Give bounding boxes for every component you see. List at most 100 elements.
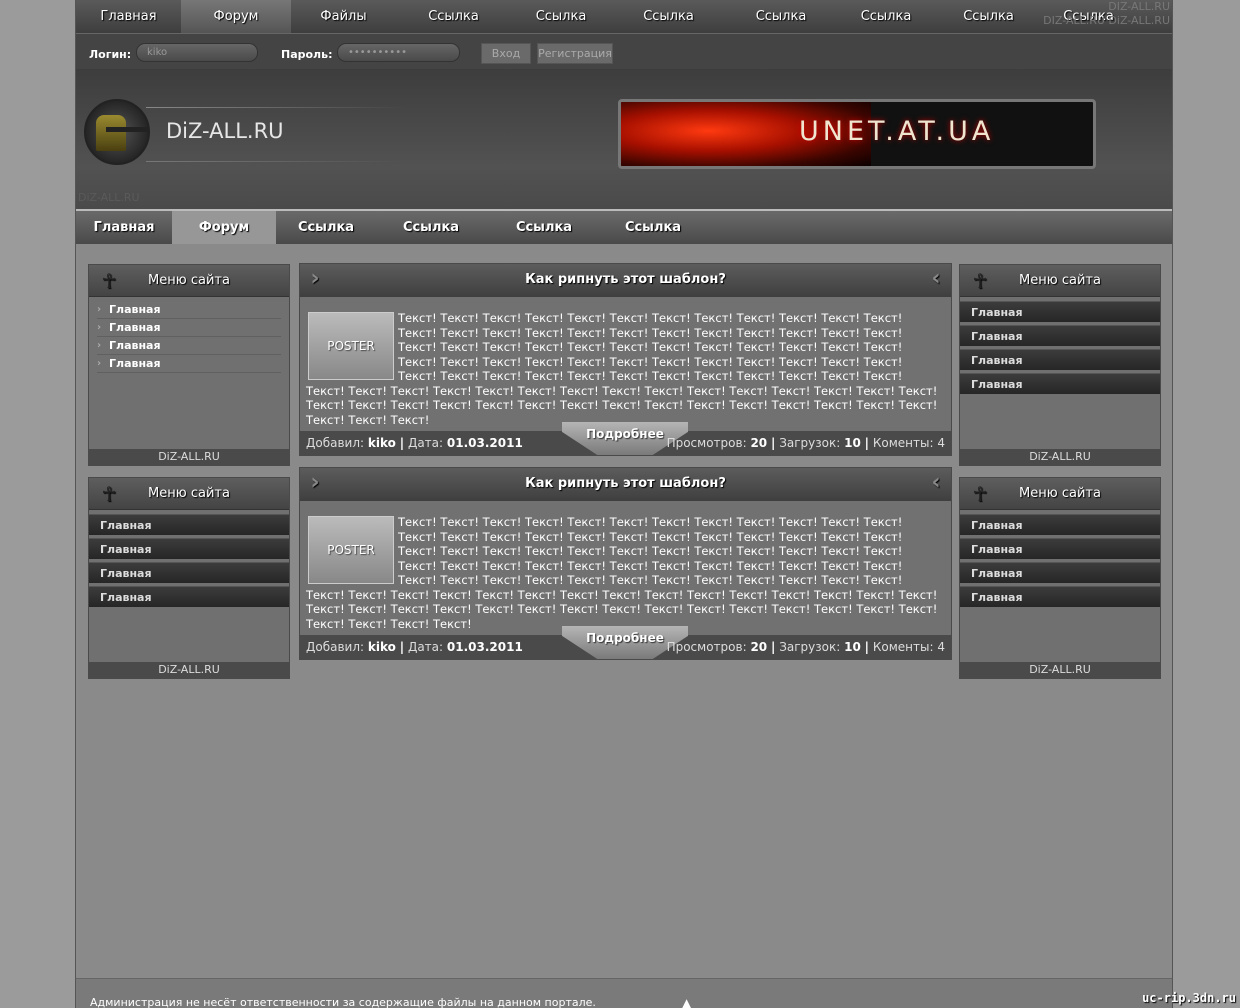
top-nav-item-forum[interactable]: Форум (181, 0, 291, 33)
menu-bar-item[interactable]: Главная (960, 562, 1160, 583)
block-header: ☥ Меню сайта (89, 478, 289, 510)
soldier-icon: ☥ (972, 269, 988, 293)
menu-bar-item[interactable]: Главная (89, 562, 289, 583)
post-footer: Добавил: kiko | Дата: 01.03.2011 Подробн… (300, 626, 951, 659)
login-input[interactable]: kiko (136, 43, 258, 62)
menu-item-home[interactable]: › Главная (97, 355, 281, 373)
main-menu-item-home[interactable]: Главная (76, 211, 172, 244)
main-menu-item-link[interactable]: Ссылка (486, 211, 602, 244)
password-input[interactable]: •••••••••• (337, 43, 460, 62)
scroll-up-icon[interactable]: ▲ (682, 996, 691, 1008)
menu-item-home[interactable]: › Главная (97, 337, 281, 355)
main-menu-item-link[interactable]: Ссылка (276, 211, 376, 244)
added-label: Добавил: (306, 640, 365, 654)
views-count: 20 (750, 640, 768, 654)
chevron-right-icon: › (97, 322, 102, 333)
chevron-right-icon: › (310, 266, 320, 291)
page-wrapper: Главная Форум Файлы Ссылка Ссылка Ссылка… (75, 0, 1173, 1008)
top-nav-item-link[interactable]: Ссылка (396, 0, 511, 33)
menu-bar-item[interactable]: Главная (960, 586, 1160, 607)
comments-count[interactable]: 4 (937, 640, 945, 654)
news-post: › Как рипнуть этот шаблон? ‹ POSTER Текс… (299, 263, 952, 456)
main-menu-item-link[interactable]: Ссылка (376, 211, 486, 244)
chevron-left-icon: ‹ (931, 470, 941, 495)
menu-item-label: Главная (109, 321, 161, 334)
chevron-right-icon: › (310, 470, 320, 495)
site-header: DiZ-ALL.RU DiZ-ALL.RU UNET.AT.UA (76, 69, 1172, 209)
watermark: DIZ-ALL.RU DIZ-ALL.RU DiZ-ALL.RU (1043, 0, 1170, 28)
post-text-wrap: Текст! Текст! Текст! Текст! Текст! Текст… (306, 515, 938, 631)
views-label: Просмотров: (666, 640, 747, 654)
block-menu-bars: Главная Главная Главная Главная (89, 510, 289, 607)
main-menu: Главная Форум Ссылка Ссылка Ссылка Ссылк… (76, 209, 1172, 244)
register-button[interactable]: Регистрация (537, 43, 613, 64)
top-nav-item-link[interactable]: Ссылка (511, 0, 611, 33)
menu-bar-item[interactable]: Главная (89, 586, 289, 607)
post-title[interactable]: Как рипнуть этот шаблон? (525, 272, 726, 287)
block-header: ☥ Меню сайта (960, 478, 1160, 510)
logo-divider (146, 107, 406, 108)
block-header: ☥ Меню сайта (960, 265, 1160, 297)
menu-bar-item[interactable]: Главная (89, 514, 289, 535)
left-menu-block: ☥ Меню сайта Главная Главная Главная Гла… (88, 477, 290, 679)
block-footer: DiZ-ALL.RU (89, 449, 289, 465)
menu-item-label: Главная (109, 339, 161, 352)
post-stats: Просмотров: 20 | Загрузок: 10 | Коменты:… (666, 436, 945, 450)
top-nav-item-link[interactable]: Ссылка (936, 0, 1041, 33)
block-menu-bars: Главная Главная Главная Главная (960, 297, 1160, 394)
watermark-line: DIZ-ALL.RU DiZ-ALL.RU (1043, 14, 1170, 27)
soldier-icon: ☥ (101, 482, 117, 506)
block-title: Меню сайта (148, 486, 230, 501)
corner-watermark: uc-rip.3dn.ru (1142, 991, 1236, 1005)
watermark-line: DIZ-ALL.RU (1108, 0, 1170, 13)
main-menu-item-forum[interactable]: Форум (172, 211, 276, 244)
news-post: › Как рипнуть этот шаблон? ‹ POSTER Текс… (299, 467, 952, 660)
password-label: Пароль: (281, 48, 333, 61)
site-logo-text[interactable]: DiZ-ALL.RU (166, 119, 284, 143)
ad-banner[interactable]: UNET.AT.UA (618, 99, 1096, 169)
top-nav-item-files[interactable]: Файлы (291, 0, 396, 33)
top-nav-item-home[interactable]: Главная (76, 0, 181, 33)
soldier-icon: ☥ (101, 269, 117, 293)
menu-bar-item[interactable]: Главная (960, 301, 1160, 322)
top-nav-item-link[interactable]: Ссылка (836, 0, 936, 33)
chevron-right-icon: › (97, 304, 102, 315)
menu-bar-item[interactable]: Главная (960, 538, 1160, 559)
banner-text: UNET.AT.UA (799, 116, 995, 147)
post-header: › Как рипнуть этот шаблон? ‹ (300, 264, 951, 297)
menu-bar-item[interactable]: Главная (960, 373, 1160, 394)
date-label: Дата: (407, 436, 444, 450)
post-info: Добавил: kiko | Дата: 01.03.2011 (306, 640, 523, 654)
main-menu-item-link[interactable]: Ссылка (602, 211, 704, 244)
menu-item-label: Главная (109, 357, 161, 370)
enter-button[interactable]: Вход (481, 43, 531, 64)
comments-label: Коменты: (872, 436, 934, 450)
post-footer: Добавил: kiko | Дата: 01.03.2011 Подробн… (300, 422, 951, 455)
menu-item-home[interactable]: › Главная (97, 301, 281, 319)
top-nav-item-link[interactable]: Ссылка (726, 0, 836, 33)
site-footer: Администрация не несёт ответственности з… (76, 978, 1172, 1008)
menu-bar-item[interactable]: Главная (89, 538, 289, 559)
soldier-logo-icon[interactable] (84, 99, 150, 165)
chevron-right-icon: › (97, 358, 102, 369)
logo-divider (146, 161, 406, 162)
downloads-label: Загрузок: (779, 436, 841, 450)
right-menu-block: ☥ Меню сайта Главная Главная Главная Гла… (959, 264, 1161, 466)
block-footer: DiZ-ALL.RU (89, 662, 289, 678)
comments-label: Коменты: (872, 640, 934, 654)
post-text: Текст! Текст! Текст! Текст! Текст! Текст… (306, 311, 938, 427)
top-nav-item-link[interactable]: Ссылка (611, 0, 726, 33)
menu-bar-item[interactable]: Главная (960, 325, 1160, 346)
menu-bar-item[interactable]: Главная (960, 514, 1160, 535)
post-title[interactable]: Как рипнуть этот шаблон? (525, 476, 726, 491)
block-footer: DiZ-ALL.RU (960, 662, 1160, 678)
post-stats: Просмотров: 20 | Загрузок: 10 | Коменты:… (666, 640, 945, 654)
right-menu-block: ☥ Меню сайта Главная Главная Главная Гла… (959, 477, 1161, 679)
post-author[interactable]: kiko (368, 640, 396, 654)
chevron-right-icon: › (97, 340, 102, 351)
comments-count[interactable]: 4 (937, 436, 945, 450)
downloads-count: 10 (844, 640, 861, 654)
menu-item-home[interactable]: › Главная (97, 319, 281, 337)
menu-bar-item[interactable]: Главная (960, 349, 1160, 370)
post-author[interactable]: kiko (368, 436, 396, 450)
